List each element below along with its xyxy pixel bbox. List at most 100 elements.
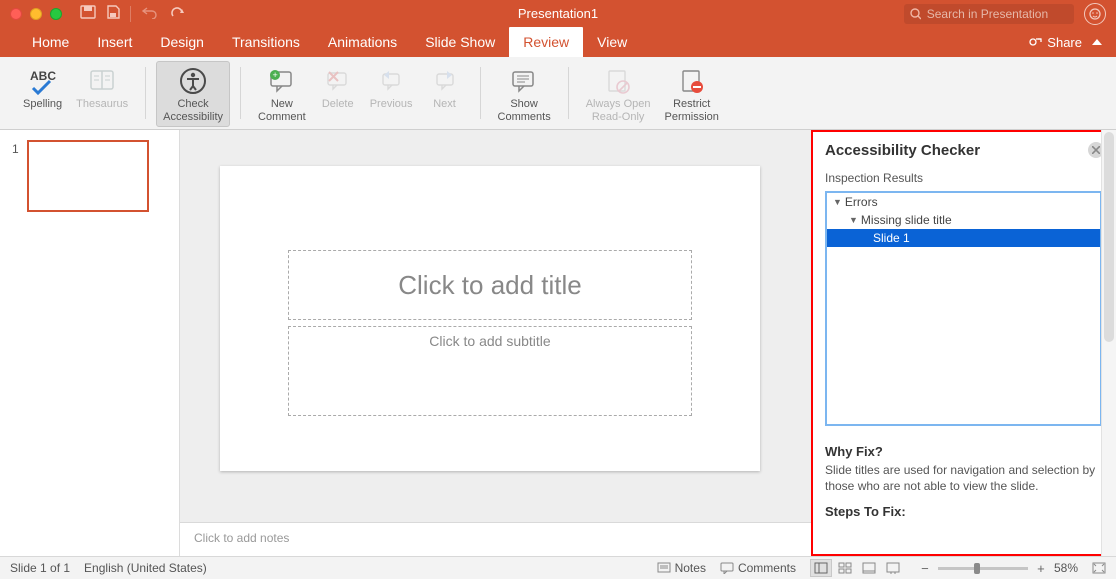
title-placeholder[interactable]: Click to add title [288, 250, 692, 320]
thumbnail-number: 1 [12, 140, 19, 212]
new-comment-label: New Comment [258, 98, 306, 124]
notes-toggle[interactable]: Notes [657, 561, 706, 575]
language-indicator[interactable]: English (United States) [84, 561, 207, 575]
restrict-icon [677, 64, 707, 98]
previous-label: Previous [370, 98, 413, 111]
thumbnail-preview[interactable] [27, 140, 149, 212]
next-label: Next [433, 98, 456, 111]
thesaurus-icon [87, 64, 117, 98]
delete-label: Delete [322, 98, 354, 111]
minimize-window-button[interactable] [30, 8, 42, 20]
spelling-icon: ABC [27, 64, 59, 98]
zoom-percent[interactable]: 58% [1054, 561, 1078, 575]
pane-title: Accessibility Checker [825, 142, 1102, 159]
maximize-window-button[interactable] [50, 8, 62, 20]
workspace: 1 Click to add title Click to add subtit… [0, 130, 1116, 556]
zoom-in-button[interactable]: + [1034, 561, 1048, 575]
slide-thumbnails-panel: 1 [0, 130, 180, 556]
titlebar: Presentation1 [0, 0, 1116, 27]
always-open-readonly-button[interactable]: Always Open Read-Only [579, 61, 658, 127]
zoom-out-button[interactable]: − [918, 561, 932, 575]
notes-label: Notes [675, 561, 706, 575]
steps-to-fix-title: Steps To Fix: [825, 504, 1102, 519]
smile-icon [1089, 8, 1101, 20]
zoom-slider-thumb[interactable] [974, 563, 980, 574]
share-icon [1028, 36, 1042, 48]
slide-counter: Slide 1 of 1 [10, 561, 70, 575]
search-icon [910, 8, 921, 20]
why-fix-title: Why Fix? [825, 444, 1102, 459]
slide-editor: Click to add title Click to add subtitle… [180, 130, 811, 556]
show-comments-label: Show Comments [498, 98, 551, 124]
status-bar: Slide 1 of 1 English (United States) Not… [0, 556, 1116, 579]
zoom-slider[interactable] [938, 567, 1028, 570]
redo-icon[interactable] [169, 5, 185, 22]
notes-pane[interactable]: Click to add notes [180, 522, 811, 556]
svg-text:ABC: ABC [30, 69, 56, 83]
window-controls [0, 8, 62, 20]
fit-to-window-button[interactable] [1092, 561, 1106, 575]
close-window-button[interactable] [10, 8, 22, 20]
errors-label: Errors [845, 195, 878, 209]
share-button[interactable]: Share [1028, 35, 1082, 50]
thumbnail-1[interactable]: 1 [12, 140, 167, 212]
inspection-results-label: Inspection Results [825, 171, 1102, 185]
scrollbar-thumb[interactable] [1104, 132, 1114, 342]
normal-view-button[interactable] [810, 559, 832, 577]
next-comment-button[interactable]: Next [420, 61, 470, 114]
tab-home[interactable]: Home [18, 27, 83, 57]
save-icon[interactable] [106, 5, 120, 22]
previous-icon [377, 64, 405, 98]
tab-animations[interactable]: Animations [314, 27, 411, 57]
show-comments-button[interactable]: Show Comments [491, 61, 558, 127]
restrict-permission-button[interactable]: Restrict Permission [658, 61, 726, 127]
tab-design[interactable]: Design [146, 27, 218, 57]
tab-review[interactable]: Review [509, 27, 583, 57]
share-label: Share [1047, 35, 1082, 50]
chevron-down-icon: ▼ [849, 215, 858, 225]
tab-insert[interactable]: Insert [83, 27, 146, 57]
collapse-ribbon-button[interactable] [1092, 39, 1102, 45]
account-button[interactable] [1084, 3, 1106, 25]
thesaurus-label: Thesaurus [76, 98, 128, 111]
separator [130, 6, 131, 22]
issue-group[interactable]: ▼Missing slide title [827, 211, 1100, 229]
inspection-results-list[interactable]: ▼Errors ▼Missing slide title Slide 1 [825, 191, 1102, 426]
search-field-wrap[interactable] [904, 4, 1074, 24]
tab-view[interactable]: View [583, 27, 641, 57]
errors-group[interactable]: ▼Errors [827, 193, 1100, 211]
slide-canvas[interactable]: Click to add title Click to add subtitle [220, 166, 760, 471]
readonly-icon [603, 64, 633, 98]
spelling-button[interactable]: ABC Spelling [16, 61, 69, 114]
autosave-icon[interactable] [80, 5, 96, 22]
notes-icon [657, 562, 671, 574]
issue-item-slide-1[interactable]: Slide 1 [827, 229, 1100, 247]
new-comment-icon: + [267, 64, 297, 98]
why-fix-body: Slide titles are used for navigation and… [825, 462, 1102, 494]
check-accessibility-button[interactable]: Check Accessibility [156, 61, 230, 127]
tab-transitions[interactable]: Transitions [218, 27, 314, 57]
subtitle-placeholder[interactable]: Click to add subtitle [288, 326, 692, 416]
delete-comment-button[interactable]: Delete [313, 61, 363, 114]
accessibility-icon [178, 64, 208, 98]
quick-access-toolbar [80, 5, 185, 22]
vertical-scrollbar[interactable] [1101, 130, 1116, 556]
view-buttons [810, 559, 904, 577]
sorter-view-button[interactable] [834, 559, 856, 577]
undo-icon[interactable] [141, 5, 159, 22]
search-input[interactable] [927, 7, 1068, 21]
slideshow-view-button[interactable] [882, 559, 904, 577]
readonly-label: Always Open Read-Only [586, 98, 651, 124]
tab-slideshow[interactable]: Slide Show [411, 27, 509, 57]
previous-comment-button[interactable]: Previous [363, 61, 420, 114]
new-comment-button[interactable]: + New Comment [251, 61, 313, 127]
check-accessibility-label: Check Accessibility [163, 98, 223, 124]
accessibility-checker-pane: Accessibility Checker Inspection Results… [811, 130, 1116, 556]
ribbon-tabs: Home Insert Design Transitions Animation… [0, 27, 1116, 57]
spelling-label: Spelling [23, 98, 62, 111]
reading-view-button[interactable] [858, 559, 880, 577]
restrict-label: Restrict Permission [665, 98, 719, 124]
thesaurus-button[interactable]: Thesaurus [69, 61, 135, 114]
comments-toggle[interactable]: Comments [720, 561, 796, 575]
tabs-right: Share [1028, 27, 1116, 57]
